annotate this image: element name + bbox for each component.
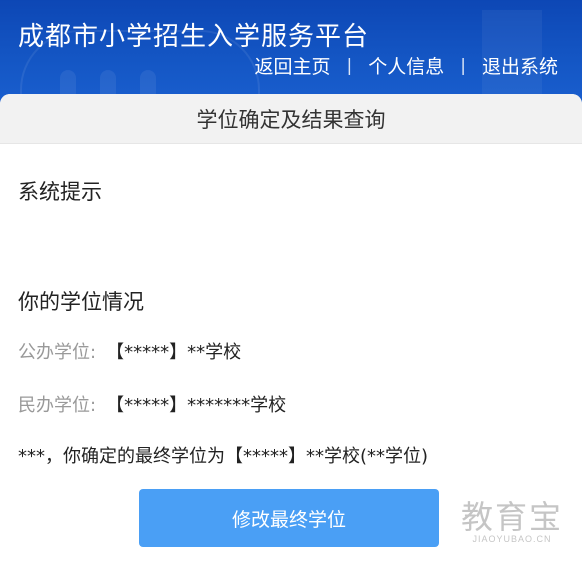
nav-logout-link[interactable]: 退出系统 bbox=[482, 52, 558, 79]
nav-home-link[interactable]: 返回主页 bbox=[254, 52, 330, 79]
top-nav: 返回主页 | 个人信息 | 退出系统 bbox=[254, 52, 558, 79]
card-title: 学位确定及结果查询 bbox=[0, 94, 582, 144]
watermark-main-text: 教育宝 bbox=[460, 498, 563, 536]
nav-separator: | bbox=[346, 55, 353, 76]
watermark-logo: 教育宝 JIAOYUBAO.CN bbox=[452, 500, 572, 544]
public-placement-label: 公办学位: bbox=[18, 342, 97, 363]
final-placement-statement: ***，你确定的最终学位为【*****】**学校(**学位) bbox=[18, 446, 429, 467]
background-window-graphic bbox=[60, 70, 76, 96]
background-window-graphic bbox=[100, 70, 116, 96]
background-window-graphic bbox=[140, 70, 156, 96]
nav-separator: | bbox=[460, 55, 466, 76]
private-placement-label: 民办学位: bbox=[18, 395, 97, 416]
modify-final-placement-button[interactable]: 修改最终学位 bbox=[139, 489, 439, 547]
public-placement-value: 【*****】**学校 bbox=[106, 342, 242, 363]
system-tip-heading: 系统提示 bbox=[18, 180, 102, 204]
public-placement-row: 公办学位: 【*****】**学校 bbox=[18, 338, 241, 364]
site-title: 成都市小学招生入学服务平台 bbox=[18, 22, 370, 52]
private-placement-value: 【*****】*******学校 bbox=[106, 395, 287, 416]
placement-heading: 你的学位情况 bbox=[18, 290, 144, 314]
header-banner: 成都市小学招生入学服务平台 返回主页 | 个人信息 | 退出系统 bbox=[0, 0, 582, 108]
nav-profile-link[interactable]: 个人信息 bbox=[368, 52, 444, 79]
private-placement-row: 民办学位: 【*****】*******学校 bbox=[18, 391, 286, 417]
